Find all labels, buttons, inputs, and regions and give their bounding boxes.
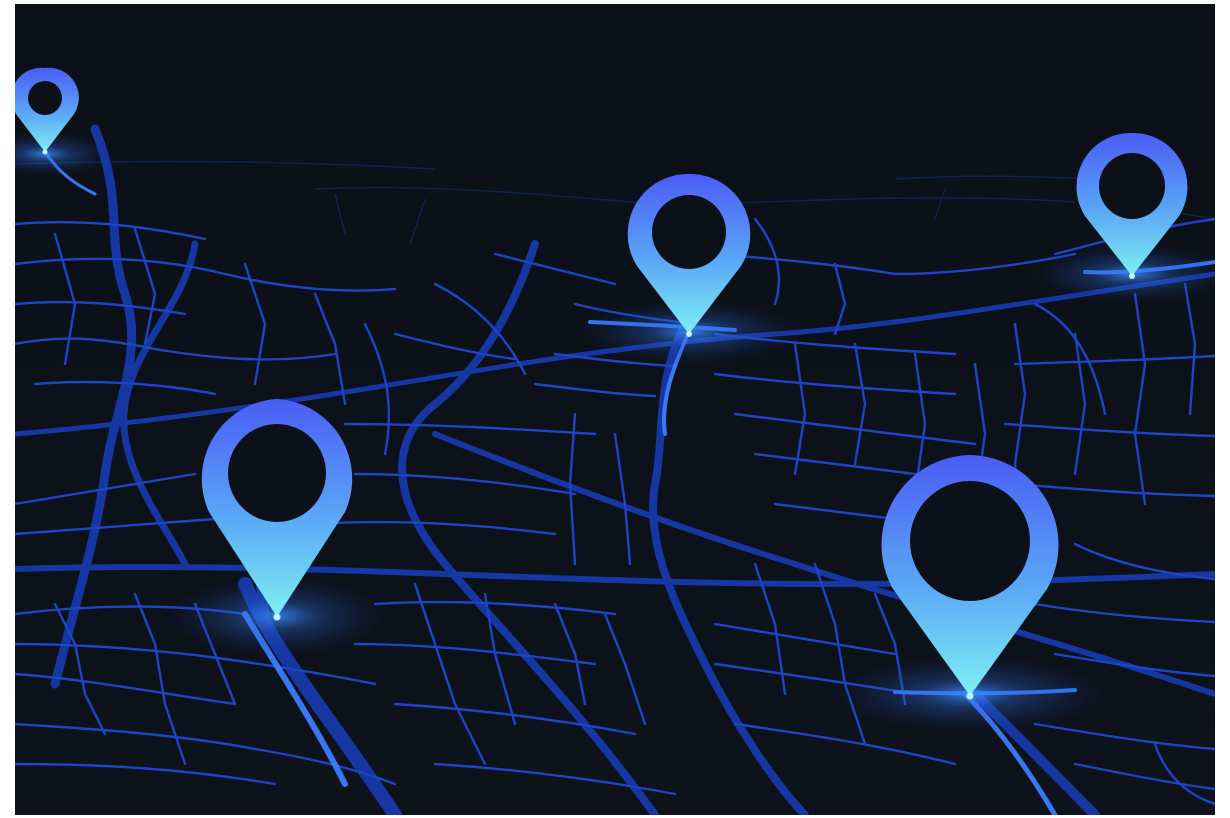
image-frame	[0, 0, 1230, 818]
road-network	[15, 4, 1215, 815]
city-map	[15, 4, 1215, 815]
